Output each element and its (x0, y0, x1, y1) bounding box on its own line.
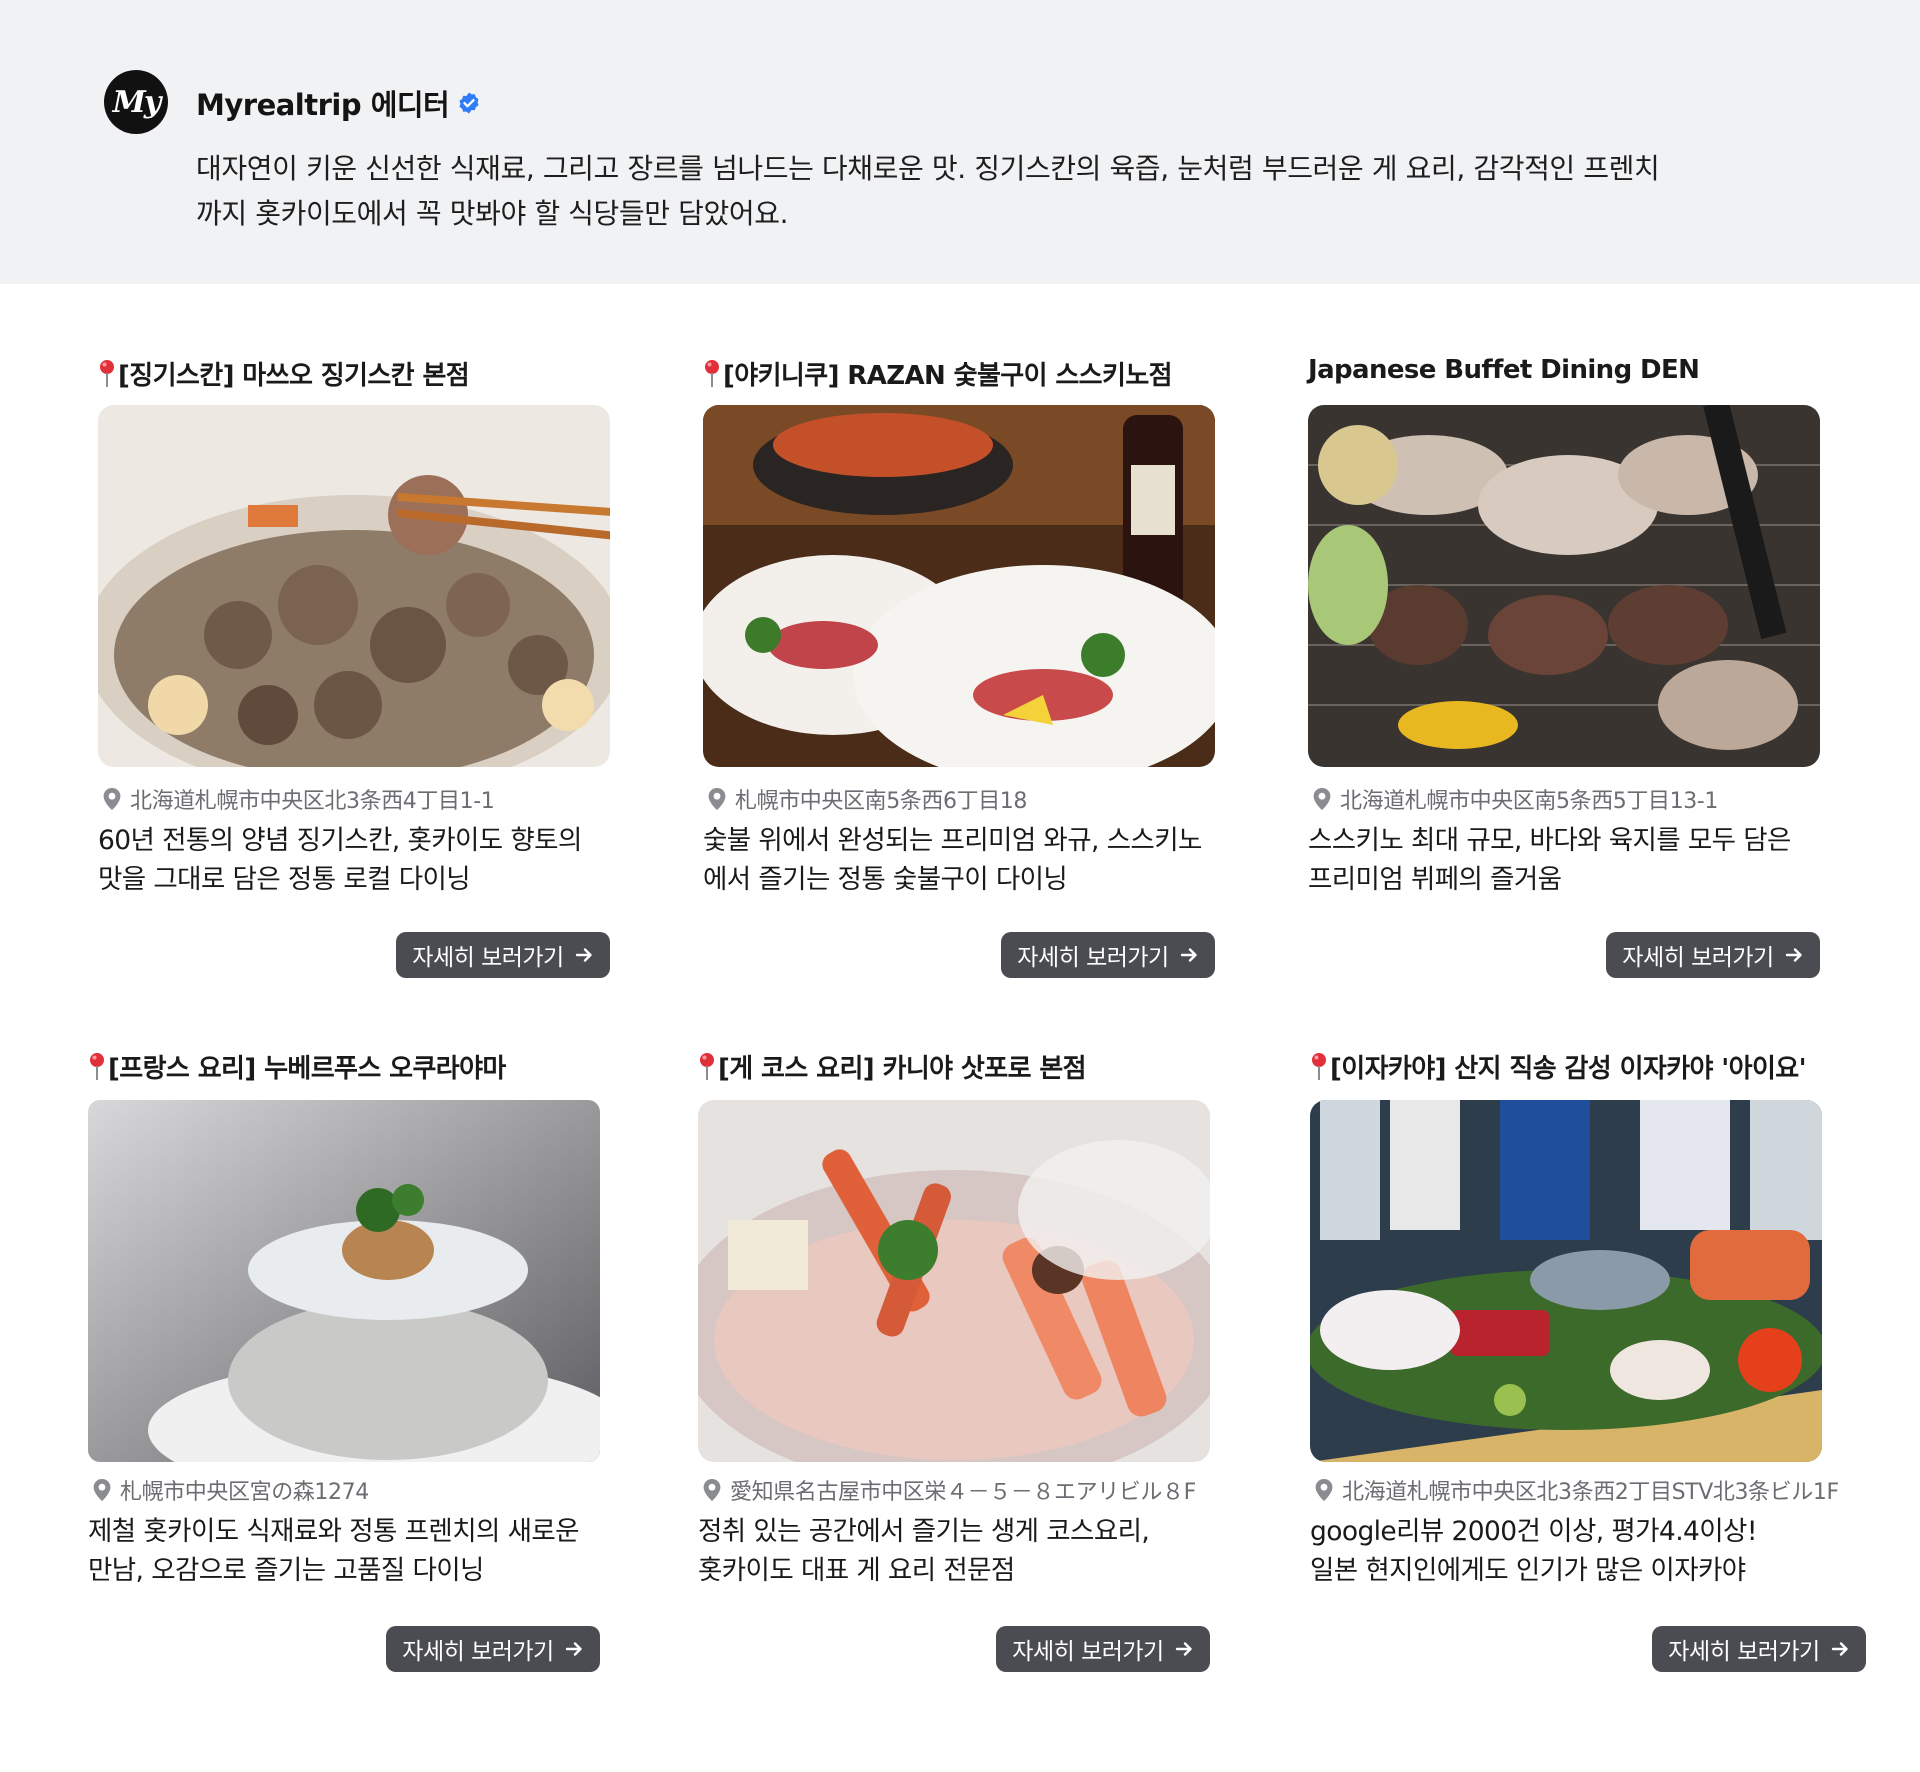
card-image[interactable] (698, 1100, 1210, 1462)
location-pin-icon (1312, 787, 1332, 811)
card-title: [야키니쿠] RAZAN 숯불구이 스스키노점 (703, 355, 1173, 392)
card-description-line: 스스키노 최대 규모, 바다와 육지를 모두 담은 (1308, 825, 1791, 856)
card-image[interactable] (1308, 405, 1820, 767)
restaurant-card: Japanese Buffet Dining DEN 北海道札幌市中央区南5条西… (1308, 355, 1828, 995)
editor-avatar: My (104, 70, 168, 134)
editor-description-line: 까지 홋카이도에서 꼭 맛봐야 할 식당들만 담았어요. (196, 197, 789, 230)
card-description-line: 정취 있는 공간에서 즐기는 생게 코스요리, (698, 1516, 1150, 1547)
yakiniku-grill-photo (703, 405, 1215, 767)
card-title-text: [야키니쿠] RAZAN 숯불구이 스스키노점 (723, 361, 1173, 391)
card-description-line: 프리미엄 뷔페의 즐거움 (1308, 864, 1562, 895)
card-description-line: 제철 홋카이도 식재료와 정통 프렌치의 새로운 (88, 1516, 580, 1547)
card-description: google리뷰 2000건 이상, 평가4.4이상! 일본 현지인에게도 인기… (1310, 1512, 1757, 1590)
view-details-button[interactable]: 자세히 보러가기 (1606, 932, 1820, 978)
bbq-buffet-photo (1308, 405, 1820, 767)
arrow-right-icon (1174, 1639, 1194, 1659)
card-address: 北海道札幌市中央区北3条西4丁目1-1 (102, 783, 495, 815)
location-pin-icon (702, 1478, 722, 1502)
pushpin-icon (98, 359, 116, 389)
card-address-text: 愛知県名古屋市中区栄４－５－８エアリビル８F (730, 1480, 1196, 1505)
card-title-text: [게 코스 요리] 카니야 삿포로 본점 (718, 1054, 1087, 1084)
card-description-line: 에서 즐기는 정통 숯불구이 다이닝 (703, 864, 1068, 895)
view-details-label: 자세히 보러가기 (1012, 1639, 1164, 1665)
location-pin-icon (1314, 1478, 1334, 1502)
card-image[interactable] (703, 405, 1215, 767)
card-address-text: 北海道札幌市中央区北3条西4丁目1-1 (130, 789, 495, 814)
location-pin-icon (102, 787, 122, 811)
location-pin-icon (707, 787, 727, 811)
view-details-button[interactable]: 자세히 보러가기 (996, 1626, 1210, 1672)
card-address: 北海道札幌市中央区南5条西5丁目13-1 (1312, 783, 1718, 815)
location-pin-icon (92, 1478, 112, 1502)
card-description: 정취 있는 공간에서 즐기는 생게 코스요리, 홋카이도 대표 게 요리 전문점 (698, 1512, 1150, 1590)
card-title: [프랑스 요리] 누베르푸스 오쿠라야마 (88, 1048, 506, 1085)
card-address: 北海道札幌市中央区北3条西2丁目STV北3条ビル1F (1314, 1474, 1839, 1506)
card-title-text: Japanese Buffet Dining DEN (1308, 355, 1700, 385)
card-image[interactable] (1310, 1100, 1822, 1462)
arrow-right-icon (1830, 1639, 1850, 1659)
card-title-text: [징기스칸] 마쓰오 징기스칸 본점 (118, 361, 470, 391)
card-description-line: 만남, 오감으로 즐기는 고품질 다이닝 (88, 1555, 484, 1586)
card-image[interactable] (98, 405, 610, 767)
restaurant-card: [야키니쿠] RAZAN 숯불구이 스스키노점 札幌市中央区南5条西6丁目18 … (703, 355, 1223, 995)
card-address: 愛知県名古屋市中区栄４－５－８エアリビル８F (702, 1474, 1196, 1506)
card-title: [징기스칸] 마쓰오 징기스칸 본점 (98, 355, 470, 392)
card-address: 札幌市中央区南5条西6丁目18 (707, 783, 1027, 815)
arrow-right-icon (574, 945, 594, 965)
view-details-label: 자세히 보러가기 (402, 1639, 554, 1665)
view-details-button[interactable]: 자세히 보러가기 (1001, 932, 1215, 978)
editor-name-row: Myrealtrip 에디터 (196, 82, 481, 124)
view-details-label: 자세히 보러가기 (412, 945, 564, 971)
card-description: 60년 전통의 양념 징기스칸, 홋카이도 향토의 맛을 그대로 담은 정통 로… (98, 821, 582, 899)
card-address: 札幌市中央区宮の森1274 (92, 1474, 369, 1506)
restaurant-card: [징기스칸] 마쓰오 징기스칸 본점 北海道札幌市中央区北3条西4丁目1-1 6… (98, 355, 618, 995)
card-address-text: 札幌市中央区宮の森1274 (120, 1480, 369, 1505)
view-details-button[interactable]: 자세히 보러가기 (1652, 1626, 1866, 1672)
jingisukan-hotpot-photo (98, 405, 610, 767)
verified-badge-icon (459, 92, 479, 114)
view-details-label: 자세히 보러가기 (1668, 1639, 1820, 1665)
card-title-text: [이자카야] 산지 직송 감성 이자카야 '아이요' (1330, 1054, 1807, 1084)
pushpin-icon (88, 1052, 106, 1082)
card-title: [게 코스 요리] 카니야 삿포로 본점 (698, 1048, 1087, 1085)
editor-description: 대자연이 키운 신선한 식재료, 그리고 장르를 넘나드는 다채로운 맛. 징기… (196, 146, 1796, 236)
pushpin-icon (698, 1052, 716, 1082)
view-details-label: 자세히 보러가기 (1622, 945, 1774, 971)
restaurant-card: [게 코스 요리] 카니야 삿포로 본점 愛知県名古屋市中区栄４－５－８エアリビ… (698, 1048, 1258, 1688)
crab-hotpot-photo (698, 1100, 1210, 1462)
view-details-button[interactable]: 자세히 보러가기 (386, 1626, 600, 1672)
card-description-line: 일본 현지인에게도 인기가 많은 이자카야 (1310, 1555, 1746, 1586)
view-details-label: 자세히 보러가기 (1017, 945, 1169, 971)
card-address-text: 北海道札幌市中央区北3条西2丁目STV北3条ビル1F (1342, 1480, 1839, 1505)
card-description-line: 맛을 그대로 담은 정통 로컬 다이닝 (98, 864, 471, 895)
card-address-text: 北海道札幌市中央区南5条西5丁目13-1 (1340, 789, 1718, 814)
restaurant-card: [이자카야] 산지 직송 감성 이자카야 '아이요' 北海道札幌市中央区北3条西… (1310, 1048, 1870, 1688)
view-details-button[interactable]: 자세히 보러가기 (396, 932, 610, 978)
restaurant-card: [프랑스 요리] 누베르푸스 오쿠라야마 札幌市中央区宮の森1274 제철 홋카… (88, 1048, 608, 1688)
arrow-right-icon (1784, 945, 1804, 965)
card-image[interactable] (88, 1100, 600, 1462)
card-description: 제철 홋카이도 식재료와 정통 프렌치의 새로운 만남, 오감으로 즐기는 고품… (88, 1512, 580, 1590)
card-address-text: 札幌市中央区南5条西6丁目18 (735, 789, 1027, 814)
card-title: [이자카야] 산지 직송 감성 이자카야 '아이요' (1310, 1048, 1807, 1085)
card-title: Japanese Buffet Dining DEN (1308, 355, 1700, 385)
editor-description-line: 대자연이 키운 신선한 식재료, 그리고 장르를 넘나드는 다채로운 맛. 징기… (196, 152, 1660, 185)
pushpin-icon (703, 359, 721, 389)
editor-name: Myrealtrip 에디터 (196, 88, 450, 122)
card-description-line: 홋카이도 대표 게 요리 전문점 (698, 1555, 1015, 1586)
card-description-line: 60년 전통의 양념 징기스칸, 홋카이도 향토의 (98, 825, 582, 856)
arrow-right-icon (564, 1639, 584, 1659)
card-title-text: [프랑스 요리] 누베르푸스 오쿠라야마 (108, 1054, 506, 1084)
izakaya-seafood-platter-photo (1310, 1100, 1822, 1462)
card-description-line: google리뷰 2000건 이상, 평가4.4이상! (1310, 1516, 1757, 1547)
card-description-line: 숯불 위에서 완성되는 프리미엄 와규, 스스키노 (703, 825, 1202, 856)
editor-header: My Myrealtrip 에디터 대자연이 키운 신선한 식재료, 그리고 장… (0, 0, 1920, 284)
french-scallop-photo (88, 1100, 600, 1462)
card-description: 숯불 위에서 완성되는 프리미엄 와규, 스스키노 에서 즐기는 정통 숯불구이… (703, 821, 1202, 899)
pushpin-icon (1310, 1052, 1328, 1082)
card-description: 스스키노 최대 규모, 바다와 육지를 모두 담은 프리미엄 뷔페의 즐거움 (1308, 821, 1791, 899)
arrow-right-icon (1179, 945, 1199, 965)
